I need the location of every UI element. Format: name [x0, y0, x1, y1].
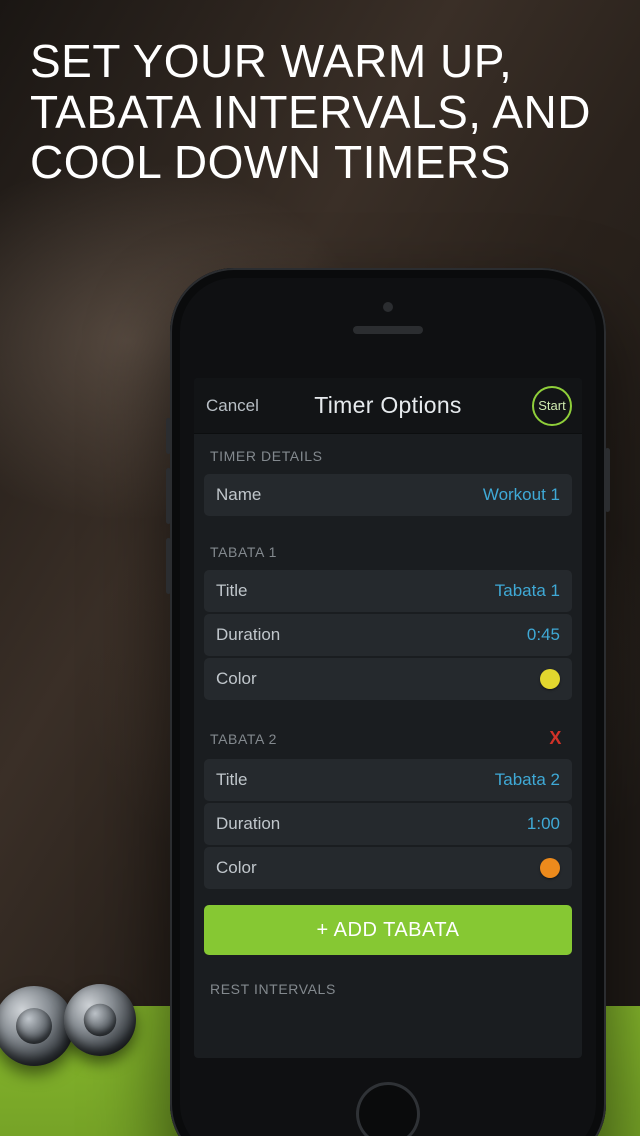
phone-frame: Cancel Timer Options Start TIMER DETAILS… [170, 268, 606, 1136]
row-tabata2-title[interactable]: Title Tabata 2 [204, 759, 572, 801]
row-value: 0:45 [527, 625, 560, 645]
page-title: Timer Options [314, 392, 461, 419]
start-button[interactable]: Start [532, 386, 572, 426]
section-header-label: TABATA 1 [210, 544, 277, 560]
section-header-label: TIMER DETAILS [210, 448, 323, 464]
row-label: Title [216, 770, 248, 790]
row-label: Name [216, 485, 261, 505]
delete-tabata2-button[interactable]: X [545, 728, 566, 749]
section-header-label: TABATA 2 [210, 731, 277, 747]
cancel-button[interactable]: Cancel [206, 378, 259, 433]
row-value: Workout 1 [483, 485, 560, 505]
headline-text: SET YOUR WARM UP, TABATA INTERVALS, AND … [30, 36, 610, 188]
row-value: Tabata 1 [495, 581, 560, 601]
dumbbell-graphic [0, 976, 170, 1096]
color-swatch-icon [540, 669, 560, 689]
promo-stage: SET YOUR WARM UP, TABATA INTERVALS, AND … [0, 0, 640, 1136]
row-tabata1-color[interactable]: Color [204, 658, 572, 700]
section-header-rest-intervals: REST INTERVALS [204, 967, 572, 1007]
row-tabata1-title[interactable]: Title Tabata 1 [204, 570, 572, 612]
row-label: Color [216, 669, 257, 689]
row-tabata1-duration[interactable]: Duration 0:45 [204, 614, 572, 656]
row-tabata2-duration[interactable]: Duration 1:00 [204, 803, 572, 845]
row-tabata2-color[interactable]: Color [204, 847, 572, 889]
app-screen: Cancel Timer Options Start TIMER DETAILS… [194, 378, 582, 1058]
home-button[interactable] [356, 1082, 420, 1136]
row-value: 1:00 [527, 814, 560, 834]
row-label: Color [216, 858, 257, 878]
content-scroll[interactable]: TIMER DETAILS Name Workout 1 TABATA 1 Ti… [194, 434, 582, 1058]
sensor-dot [383, 302, 393, 312]
earpiece-slot [353, 326, 423, 334]
section-header-label: REST INTERVALS [210, 981, 336, 997]
row-value: Tabata 2 [495, 770, 560, 790]
row-label: Title [216, 581, 248, 601]
section-header-timer-details: TIMER DETAILS [204, 434, 572, 474]
section-header-tabata1: TABATA 1 [204, 530, 572, 570]
row-name[interactable]: Name Workout 1 [204, 474, 572, 516]
section-header-tabata2: TABATA 2 X [204, 714, 572, 759]
color-swatch-icon [540, 858, 560, 878]
row-label: Duration [216, 814, 280, 834]
row-label: Duration [216, 625, 280, 645]
navbar: Cancel Timer Options Start [194, 378, 582, 434]
add-tabata-button[interactable]: + ADD TABATA [204, 905, 572, 955]
